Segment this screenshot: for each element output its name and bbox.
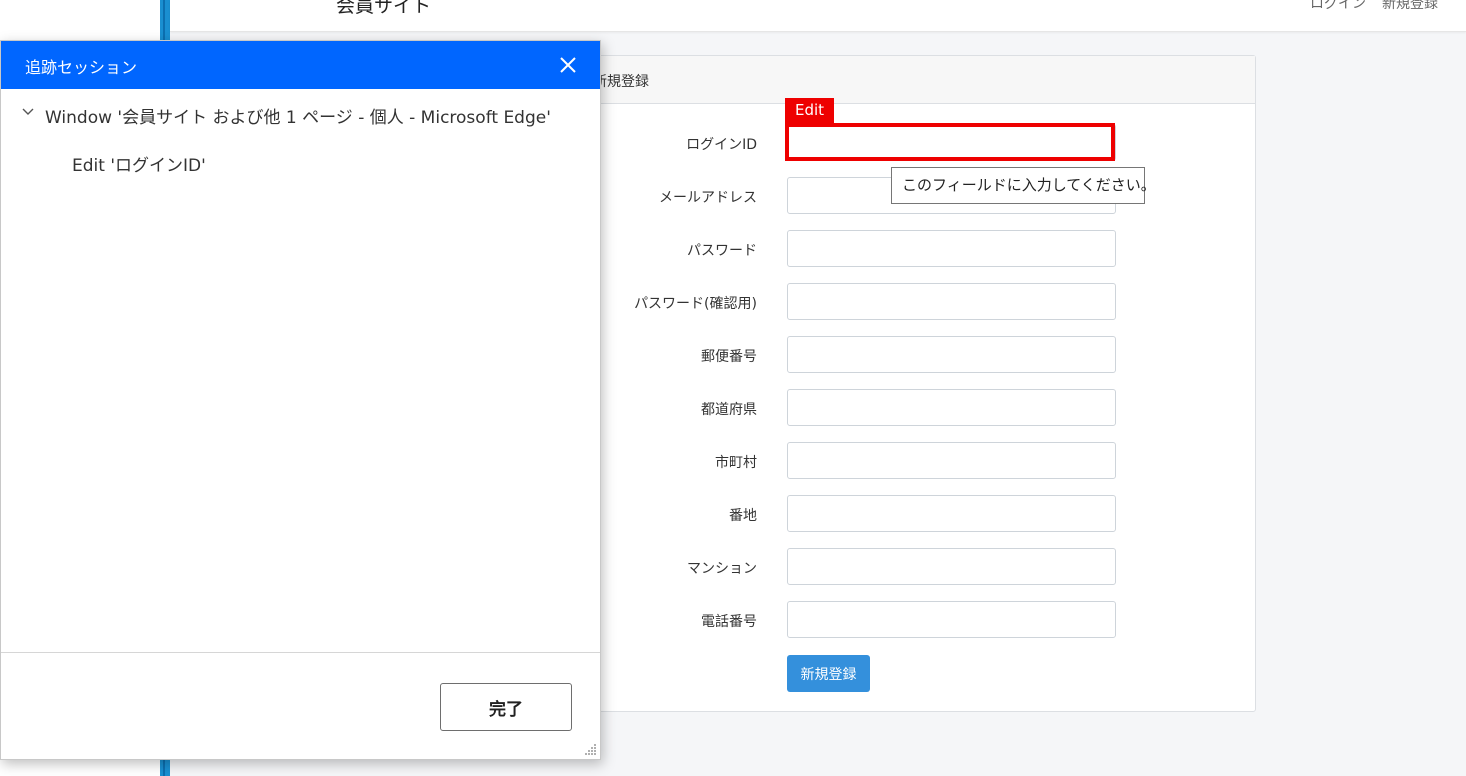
street-label: 番地 (729, 508, 757, 524)
highlight-type-label: Edit (785, 98, 835, 123)
postal-code-input[interactable] (787, 336, 1116, 373)
form-row-password: パスワード (561, 230, 1257, 267)
tree-node-edit-label: Edit 'ログインID' (72, 156, 206, 176)
tree-node-window-label: Window '会員サイト および他 1 ページ - 個人 - Microsof… (45, 108, 551, 128)
phone-input[interactable] (787, 601, 1116, 638)
highlight-frame (785, 123, 1115, 161)
building-input[interactable] (787, 548, 1116, 585)
form-row-building: マンション (561, 548, 1257, 585)
city-input[interactable] (787, 442, 1116, 479)
panel-title: 追跡セッション (25, 58, 138, 77)
postal-code-label: 郵便番号 (701, 349, 757, 365)
register-submit-button[interactable]: 新規登録 (787, 655, 870, 692)
prefecture-label: 都道府県 (701, 402, 757, 418)
email-label: メールアドレス (659, 190, 757, 206)
validation-tooltip: このフィールドに入力してください。 (891, 167, 1156, 204)
form-row-city: 市町村 (561, 442, 1257, 479)
form-row-phone: 電話番号 (561, 601, 1257, 638)
city-label: 市町村 (715, 455, 757, 471)
tree-node-edit[interactable]: Edit 'ログインID' (1, 137, 602, 185)
panel-header: 追跡セッション (1, 41, 600, 89)
street-input[interactable] (787, 495, 1116, 532)
form-row-postal-code: 郵便番号 (561, 336, 1257, 373)
password-confirm-label: パスワード(確認用) (634, 296, 757, 312)
tracking-session-panel: 追跡セッション Window '会員サイト および他 1 ページ - 個人 - … (0, 40, 601, 760)
resize-grip-icon[interactable] (583, 742, 597, 756)
close-icon[interactable] (556, 53, 580, 77)
card-header-title: 新規登録 (593, 74, 649, 90)
prefecture-input[interactable] (787, 389, 1116, 426)
form-row-prefecture: 都道府県 (561, 389, 1257, 426)
session-tree: Window '会員サイト および他 1 ページ - 個人 - Microsof… (1, 89, 602, 185)
password-label: パスワード (687, 243, 757, 259)
login-id-label: ログインID (686, 137, 757, 153)
nav-register-link[interactable]: 新規登録 (1382, 0, 1438, 13)
panel-divider (1, 652, 600, 653)
password-confirm-input[interactable] (787, 283, 1116, 320)
card-header: 新規登録 (561, 56, 1255, 104)
tree-node-window[interactable]: Window '会員サイト および他 1 ページ - 個人 - Microsof… (1, 89, 602, 137)
form-row-street: 番地 (561, 495, 1257, 532)
site-brand[interactable]: 会員サイト (336, 0, 431, 18)
password-input[interactable] (787, 230, 1116, 267)
building-label: マンション (687, 561, 757, 577)
form-row-password-confirm: パスワード(確認用) (561, 283, 1257, 320)
site-navbar: 会員サイト ログイン 新規登録 (170, 0, 1466, 32)
nav-links: ログイン 新規登録 (1310, 0, 1438, 13)
done-button[interactable]: 完了 (440, 683, 572, 731)
nav-login-link[interactable]: ログイン (1310, 0, 1366, 13)
phone-label: 電話番号 (701, 614, 757, 630)
chevron-down-icon[interactable] (21, 105, 35, 119)
